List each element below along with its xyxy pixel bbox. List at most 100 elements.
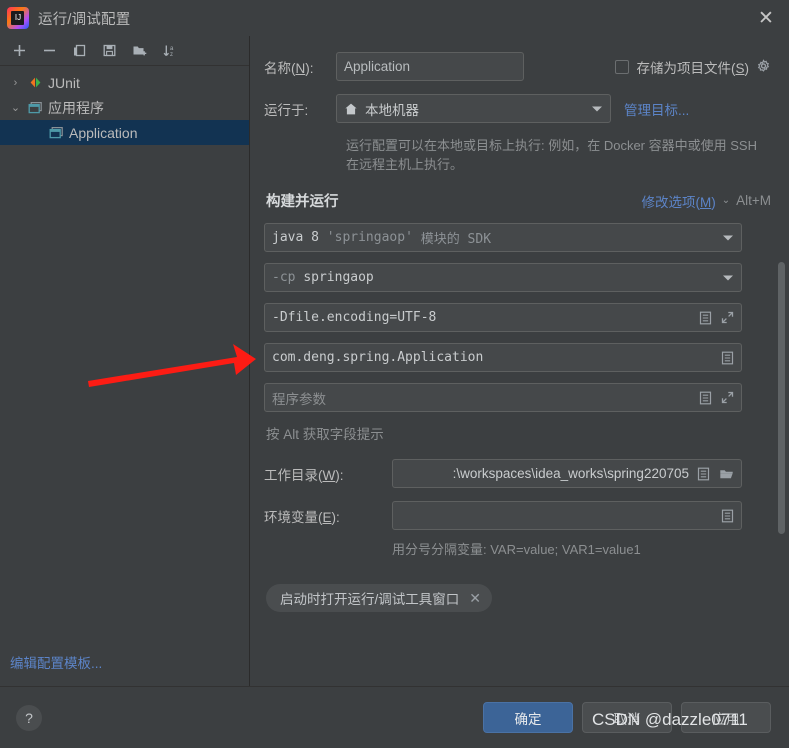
classpath-flag: -cp — [272, 270, 296, 285]
chevron-down-icon[interactable]: ⌄ — [722, 195, 730, 206]
main-class-value: com.deng.spring.Application — [272, 350, 484, 365]
scrollbar-thumb[interactable] — [778, 262, 785, 534]
program-arguments-placeholder: 程序参数 — [272, 391, 326, 407]
form-scrollbar[interactable] — [777, 36, 786, 686]
jdk-value: java 8 — [272, 230, 319, 245]
working-directory-value: :\workspaces\idea_works\spring220705 — [452, 466, 689, 481]
options-chips: 启动时打开运行/调试工具窗口 ✕ — [264, 584, 771, 612]
application-icon — [45, 126, 67, 140]
jdk-combo[interactable]: java 8 'springaop' 模块的 SDK — [264, 223, 742, 252]
expand-icon[interactable] — [721, 391, 734, 404]
tree-node-label: JUnit — [48, 74, 80, 91]
classpath-combo[interactable]: -cp springaop — [264, 263, 742, 292]
list-icon[interactable] — [697, 467, 710, 481]
working-directory-input[interactable]: :\workspaces\idea_works\spring220705 — [392, 459, 742, 488]
name-row: 名称(N): Application 存储为项目文件(S) — [264, 52, 771, 81]
apply-button[interactable]: 应用 — [681, 702, 771, 733]
chevron-down-icon[interactable] — [723, 235, 733, 240]
manage-targets-link[interactable]: 管理目标... — [624, 99, 689, 119]
chevron-down-icon[interactable] — [592, 106, 602, 111]
tree-node-label: Application — [69, 124, 138, 141]
intellij-idea-logo-icon — [7, 7, 29, 29]
application-folder-icon — [24, 101, 46, 115]
save-icon[interactable] — [96, 38, 123, 64]
tree-node-application[interactable]: Application — [0, 120, 249, 145]
vm-options-field-icons — [699, 311, 734, 325]
junit-icon — [24, 75, 46, 90]
run-on-target-value: 本地机器 — [365, 102, 419, 118]
tree-node-junit[interactable]: › JUnit — [0, 70, 249, 95]
configurations-panel: a z › JUnit ⌄ 应用程序 Application 编辑配置模板... — [0, 36, 250, 686]
name-label: 名称(N): — [264, 60, 314, 76]
name-input[interactable]: Application — [336, 52, 524, 81]
modify-options-link[interactable]: 修改选项(M) — [641, 191, 715, 211]
open-run-tool-window-chip[interactable]: 启动时打开运行/调试工具窗口 ✕ — [266, 584, 492, 612]
run-on-target-combo[interactable]: 本地机器 — [336, 94, 611, 123]
configurations-toolbar: a z — [0, 36, 249, 66]
folder-add-icon[interactable] — [126, 38, 153, 64]
add-configuration-button[interactable] — [6, 38, 33, 64]
run-on-label: 运行于: — [264, 102, 309, 118]
modify-options-group: 修改选项(M) ⌄ Alt+M — [641, 191, 771, 211]
run-debug-configurations-dialog: 运行/调试配置 ✕ — [0, 0, 789, 748]
tree-node-application-group[interactable]: ⌄ 应用程序 — [0, 95, 249, 120]
remove-configuration-button[interactable] — [36, 38, 63, 64]
environment-variables-row: 环境变量(E): — [264, 501, 771, 530]
close-icon[interactable]: ✕ — [469, 590, 481, 607]
working-directory-field-icons — [697, 467, 734, 481]
alt-fields-hint: 按 Alt 获取字段提示 — [266, 427, 384, 442]
copy-icon[interactable] — [66, 38, 93, 64]
target-hint-text: 运行配置可以在本地或目标上执行: 例如，在 Docker 容器中或使用 SSH … — [346, 138, 757, 172]
ok-button[interactable]: 确定 — [483, 702, 573, 733]
chevron-down-icon[interactable] — [723, 275, 733, 280]
chevron-right-icon[interactable]: › — [7, 77, 24, 89]
build-and-run-header: 构建并运行 修改选项(M) ⌄ Alt+M — [264, 190, 771, 211]
jdk-module-rest: 模块的 SDK — [420, 232, 492, 247]
environment-variables-input[interactable] — [392, 501, 742, 530]
list-icon[interactable] — [721, 509, 734, 523]
store-as-project-file-label: 存储为项目文件(S) — [636, 60, 749, 76]
chevron-down-icon[interactable]: ⌄ — [7, 101, 24, 114]
chip-label: 启动时打开运行/调试工具窗口 — [280, 592, 460, 607]
dialog-body: a z › JUnit ⌄ 应用程序 Application 编辑配置模板...… — [0, 36, 789, 686]
vm-options-value: -Dfile.encoding=UTF-8 — [272, 310, 437, 325]
build-and-run-title: 构建并运行 — [266, 194, 339, 210]
modify-options-shortcut: Alt+M — [736, 193, 771, 208]
environment-variables-hint: 用分号分隔变量: VAR=value; VAR1=value1 — [392, 542, 641, 557]
expand-icon[interactable] — [721, 311, 734, 324]
dialog-footer: ? 确定 取消 应用 — [0, 686, 789, 748]
help-button[interactable]: ? — [16, 704, 42, 731]
working-directory-row: 工作目录(W): :\workspaces\idea_works\spring2… — [264, 459, 771, 488]
program-arguments-field-icons — [699, 391, 734, 405]
environment-variables-field-icons — [721, 509, 734, 523]
working-directory-label: 工作目录(W): — [264, 467, 344, 483]
svg-text:z: z — [170, 52, 173, 58]
sort-az-icon[interactable]: a z — [156, 38, 183, 64]
main-class-field-icons — [721, 351, 734, 365]
edit-configuration-templates-link[interactable]: 编辑配置模板... — [10, 652, 102, 672]
program-arguments-input[interactable]: 程序参数 — [264, 383, 742, 412]
list-icon[interactable] — [699, 311, 712, 325]
classpath-value: springaop — [303, 270, 374, 285]
title-bar: 运行/调试配置 ✕ — [0, 0, 789, 36]
run-on-row: 运行于: 本地机器 管理目标... — [264, 94, 771, 123]
gear-icon[interactable] — [756, 59, 771, 74]
store-as-project-file-checkbox[interactable] — [615, 59, 630, 74]
home-icon — [344, 102, 358, 116]
configuration-form-panel: 名称(N): Application 存储为项目文件(S) 运行于: 本地机器 … — [250, 36, 789, 686]
jdk-module-quoted: 'springaop' — [326, 230, 413, 245]
store-as-project-file-group: 存储为项目文件(S) — [615, 57, 771, 77]
environment-variables-label: 环境变量(E): — [264, 509, 340, 525]
main-class-input[interactable]: com.deng.spring.Application — [264, 343, 742, 372]
footer-buttons: 确定 取消 应用 — [483, 702, 771, 733]
vm-options-input[interactable]: -Dfile.encoding=UTF-8 — [264, 303, 742, 332]
folder-open-icon[interactable] — [719, 467, 734, 481]
configurations-tree: › JUnit ⌄ 应用程序 Application — [0, 66, 249, 686]
dialog-title: 运行/调试配置 — [38, 11, 131, 28]
list-icon[interactable] — [721, 351, 734, 365]
cancel-button[interactable]: 取消 — [582, 702, 672, 733]
name-input-value: Application — [344, 59, 411, 74]
tree-node-label: 应用程序 — [48, 99, 104, 116]
list-icon[interactable] — [699, 391, 712, 405]
close-icon[interactable]: ✕ — [743, 0, 789, 36]
